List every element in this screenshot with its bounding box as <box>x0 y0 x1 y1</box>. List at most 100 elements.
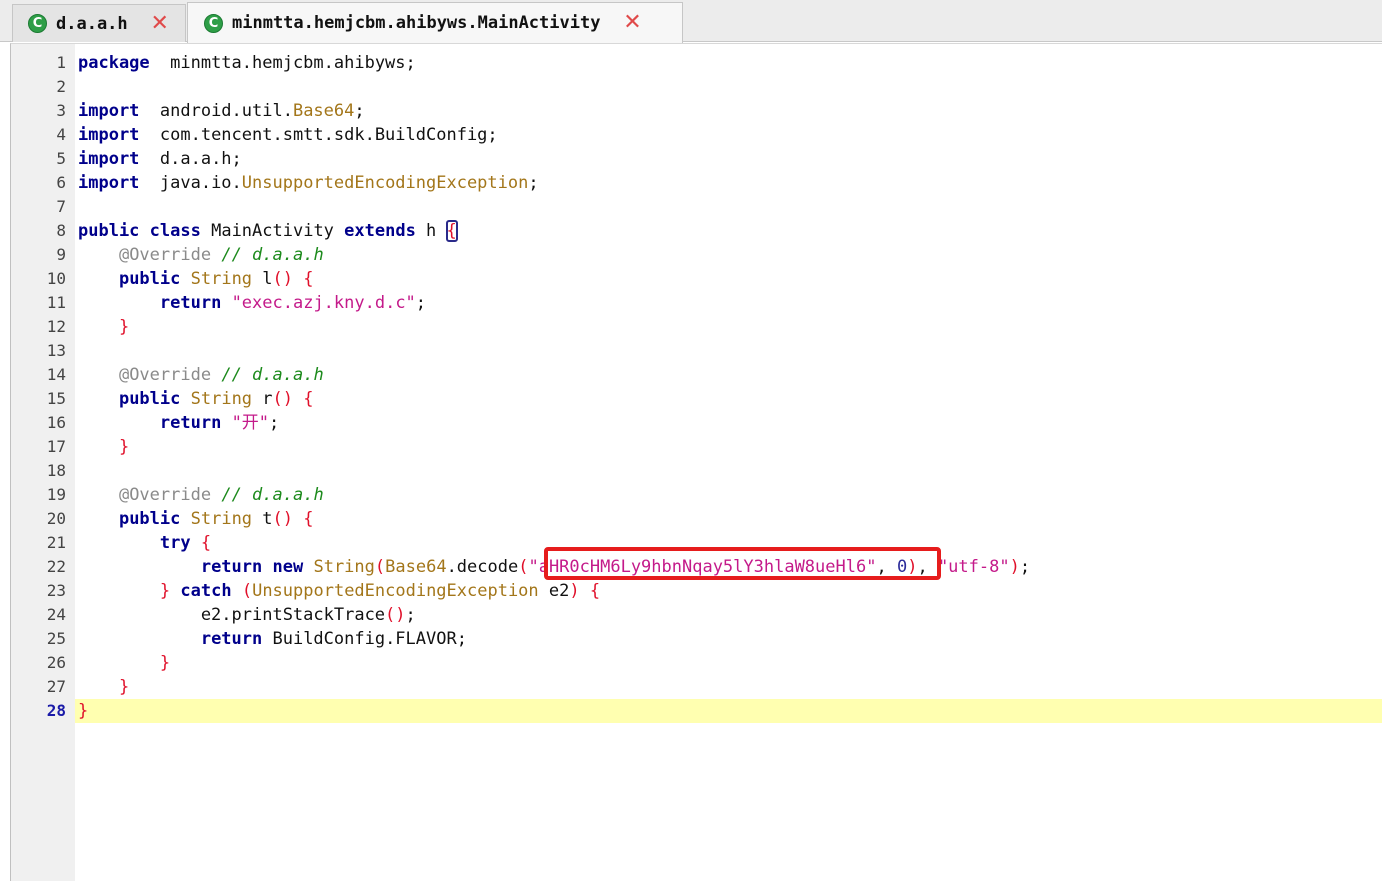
code-token: // d.a.a.h <box>221 365 324 385</box>
code-line[interactable]: 1 package minmtta.hemjcbm.ahibyws; <box>11 51 1371 75</box>
code-line[interactable]: 5 import d.a.a.h; <box>11 147 1371 171</box>
code-line[interactable]: 25 return BuildConfig.FLAVOR; <box>11 627 1371 651</box>
code-line[interactable]: 9 @Override // d.a.a.h <box>11 243 1371 267</box>
code-text: public String r() { <box>78 387 314 411</box>
code-token: } <box>118 437 130 457</box>
code-line[interactable]: 3 import android.util.Base64; <box>11 99 1371 123</box>
tab-daah[interactable]: C d.a.a.h ✕ <box>12 4 186 42</box>
code-token: class <box>149 221 201 241</box>
line-number: 26 <box>46 653 66 672</box>
close-icon[interactable]: ✕ <box>622 12 642 34</box>
code-token: package <box>78 53 150 73</box>
code-token: extends <box>344 221 416 241</box>
code-line[interactable]: 27 } <box>11 675 1371 699</box>
code-token: com.tencent.smtt.sdk.BuildConfig; <box>139 125 498 145</box>
code-token: } <box>159 581 171 601</box>
code-editor[interactable]: 1 package minmtta.hemjcbm.ahibyws; 2 3 impor… <box>10 43 1382 881</box>
tab-label: d.a.a.h <box>56 13 128 34</box>
code-token: import <box>78 149 140 169</box>
code-token: ( <box>241 581 253 601</box>
code-token: "exec.azj.kny.d.c" <box>231 293 416 313</box>
code-token: UnsupportedEncodingException <box>252 581 539 601</box>
code-token: ) <box>569 581 580 601</box>
code-token: MainActivity <box>200 221 345 241</box>
code-text: import d.a.a.h; <box>78 147 242 171</box>
code-token: () <box>272 509 294 529</box>
code-text: public String l() { <box>78 267 314 291</box>
code-line[interactable]: 7 <box>11 195 1371 219</box>
code-token: } <box>118 677 130 697</box>
code-text: @Override // d.a.a.h <box>78 483 324 507</box>
code-token: { <box>303 269 314 289</box>
code-token: e2 <box>538 581 570 601</box>
tab-mainactivity[interactable]: C minmtta.hemjcbm.ahibyws.MainActivity ✕ <box>187 2 683 43</box>
code-token: h <box>415 221 447 241</box>
code-line[interactable]: 26 } <box>11 651 1371 675</box>
line-number: 20 <box>46 509 66 528</box>
code-line[interactable]: 12 } <box>11 315 1371 339</box>
code-text: } <box>78 699 88 723</box>
code-token: @Override <box>118 485 212 505</box>
line-number: 4 <box>56 125 66 144</box>
line-number: 8 <box>56 221 66 240</box>
code-text: package minmtta.hemjcbm.ahibyws; <box>78 51 416 75</box>
code-line[interactable]: 24 e2.printStackTrace(); <box>11 603 1371 627</box>
class-c-icon: C <box>28 14 47 33</box>
code-line[interactable]: 19 @Override // d.a.a.h <box>11 483 1371 507</box>
code-token: { <box>303 509 314 529</box>
code-line[interactable]: 15 public String r() { <box>11 387 1371 411</box>
line-number: 2 <box>56 77 66 96</box>
code-text: } <box>78 675 129 699</box>
code-token: String <box>313 557 375 577</box>
code-token: public <box>118 269 181 289</box>
line-number: 15 <box>46 389 66 408</box>
code-line[interactable]: 4 import com.tencent.smtt.sdk.BuildConfig… <box>11 123 1371 147</box>
code-line[interactable]: 28} <box>11 699 1371 723</box>
line-number: 25 <box>46 629 66 648</box>
code-text: try { <box>78 531 211 555</box>
class-c-icon: C <box>204 13 223 33</box>
code-line[interactable]: 13 <box>11 339 1371 363</box>
code-token: String <box>190 269 253 289</box>
code-line[interactable]: 16 return "开"; <box>11 411 1371 435</box>
code-token: } <box>118 317 130 337</box>
line-number: 3 <box>56 101 66 120</box>
code-line[interactable]: 10 public String l() { <box>11 267 1371 291</box>
code-line[interactable]: 14 @Override // d.a.a.h <box>11 363 1371 387</box>
code-token: .decode <box>446 557 519 577</box>
code-token: e2.printStackTrace <box>78 605 386 625</box>
code-token: return <box>200 557 263 577</box>
code-line[interactable]: 8 public class MainActivity extends h { <box>11 219 1371 243</box>
code-line[interactable]: 11 return "exec.azj.kny.d.c"; <box>11 291 1371 315</box>
code-line[interactable]: 6 import java.io.UnsupportedEncodingExcep… <box>11 171 1371 195</box>
close-icon[interactable]: ✕ <box>150 12 170 34</box>
code-line[interactable]: 2 <box>11 75 1371 99</box>
code-token: { <box>445 220 458 242</box>
code-text: return BuildConfig.FLAVOR; <box>78 627 467 651</box>
code-text: import java.io.UnsupportedEncodingExcept… <box>78 171 539 195</box>
code-line[interactable]: 23 } catch (UnsupportedEncodingException… <box>11 579 1371 603</box>
code-line[interactable]: 17 } <box>11 435 1371 459</box>
code-token: l <box>252 269 273 289</box>
line-number: 28 <box>46 701 66 720</box>
code-token: ) <box>1009 557 1020 577</box>
code-line[interactable]: 18 <box>11 459 1371 483</box>
code-line[interactable]: 20 public String t() { <box>11 507 1371 531</box>
